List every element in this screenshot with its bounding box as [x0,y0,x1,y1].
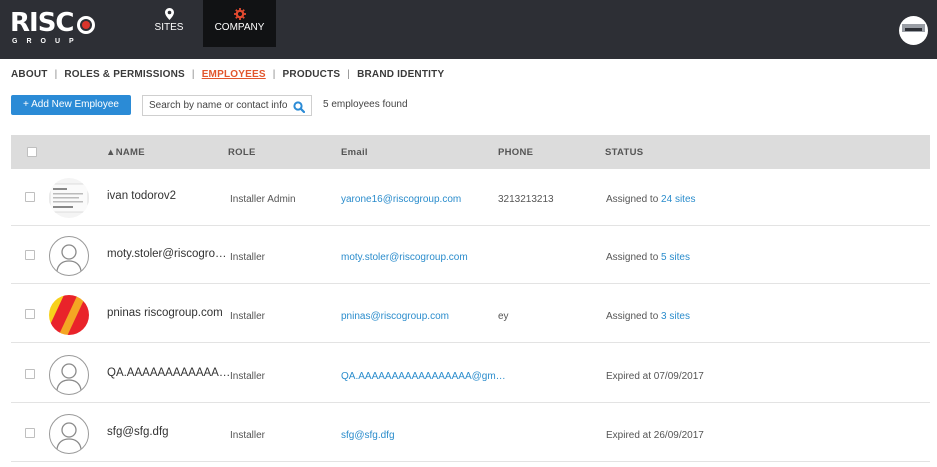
employee-email-link[interactable]: yarone16@riscogroup.com [341,194,511,205]
subnav-separator: | [347,69,351,80]
search-input[interactable] [149,98,289,113]
employee-role: Installer Admin [230,194,296,205]
employee-email-link[interactable]: QA.AAAAAAAAAAAAAAAAA@gmail.com [341,371,511,382]
employee-status: Expired at 26/09/2017 [606,430,704,441]
employee-name[interactable]: moty.stoler@riscogroup.com [107,248,231,260]
employee-status: Expired at 07/09/2017 [606,371,704,382]
company-subnav: ABOUT | ROLES & PERMISSIONS | EMPLOYEES | PROD… [11,69,444,83]
column-header-phone[interactable]: PHONE [498,147,533,158]
employee-role: Installer [230,252,266,263]
table-row[interactable]: pninas riscogroup.com Installer pninas@r… [11,286,930,343]
row-checkbox[interactable] [25,369,35,379]
employee-phone: ey [498,311,509,322]
select-all-checkbox[interactable] [27,147,37,157]
employee-name[interactable]: ivan todorov2 [107,190,231,202]
nav-company-label: COMPANY [214,22,265,33]
status-text: Expired at 26/09/2017 [606,430,704,441]
employee-role: Installer [230,430,266,441]
table-row[interactable]: ivan todorov2 Installer Admin yarone16@r… [11,169,930,226]
subnav-roles-permissions[interactable]: ROLES & PERMISSIONS [64,69,185,80]
add-new-employee-button[interactable]: + Add New Employee [11,95,131,115]
employee-status: Assigned to 5 sites [606,252,690,263]
employee-status: Assigned to 3 sites [606,311,690,322]
subnav-about[interactable]: ABOUT [11,69,48,80]
employee-email-link[interactable]: pninas@riscogroup.com [341,311,511,322]
subnav-brand-identity[interactable]: BRAND IDENTITY [357,69,444,80]
results-count: 5 employees found [323,99,408,110]
status-text: Assigned to [606,311,662,322]
employee-search [142,95,312,116]
column-header-role[interactable]: ROLE [228,147,256,158]
assigned-sites-link[interactable]: 5 sites [661,252,690,263]
gear-icon [203,8,276,22]
employee-role: Installer [230,371,266,382]
status-text: Expired at 07/09/2017 [606,371,704,382]
employee-name[interactable]: QA.AAAAAAAAAAAAAAAA [107,367,231,379]
logo-wordmark: RISC [10,8,75,38]
subnav-separator: | [54,69,58,80]
assigned-sites-link[interactable]: 3 sites [661,311,690,322]
employee-role: Installer [230,311,266,322]
status-text: Assigned to [606,194,662,205]
subnav-separator: | [191,69,195,80]
assigned-sites-link[interactable]: 24 sites [661,194,695,205]
employee-email-link[interactable]: sfg@sfg.dfg [341,430,511,441]
row-checkbox[interactable] [25,428,35,438]
column-header-name[interactable]: ▲NAME [106,147,145,158]
subnav-products[interactable]: PRODUCTS [283,69,341,80]
employee-phone: 3213213213 [498,194,554,205]
employee-email-link[interactable]: moty.stoler@riscogroup.com [341,252,511,263]
risco-logo[interactable]: RISC GROUP [10,8,100,50]
column-header-status[interactable]: STATUS [605,147,643,158]
logo-ring-icon [77,16,95,34]
nav-sites-label: SITES [154,22,184,33]
row-checkbox[interactable] [25,192,35,202]
top-navigation-bar: RISC GROUP SITES COMPANY [0,0,937,59]
table-row[interactable]: QA.AAAAAAAAAAAAAAAA Installer QA.AAAAAAA… [11,346,930,403]
row-checkbox[interactable] [25,250,35,260]
default-user-avatar-icon [49,355,89,395]
search-icon[interactable] [293,100,306,114]
user-avatar[interactable] [899,16,928,45]
nav-company[interactable]: COMPANY [203,0,276,47]
map-pin-icon [145,8,193,22]
employee-status: Assigned to 24 sites [606,194,696,205]
table-row[interactable]: sfg@sfg.dfg Installer sfg@sfg.dfg Expire… [11,405,930,462]
nav-sites[interactable]: SITES [145,0,193,46]
default-user-avatar-icon [49,414,89,454]
status-text: Assigned to [606,252,662,263]
subnav-employees[interactable]: EMPLOYEES [202,69,266,80]
logo-subtitle: GROUP [12,38,83,45]
subnav-separator: | [272,69,276,80]
employee-name[interactable]: sfg@sfg.dfg [107,426,231,438]
default-user-avatar-icon [49,236,89,276]
table-row[interactable]: moty.stoler@riscogroup.com Installer mot… [11,227,930,284]
employee-photo-avatar [49,295,89,335]
employee-name[interactable]: pninas riscogroup.com [107,307,231,319]
employee-avatar [49,178,89,218]
column-header-email[interactable]: Email [341,147,368,158]
row-checkbox[interactable] [25,309,35,319]
employees-table-header: ▲NAME ROLE Email PHONE STATUS [11,135,930,169]
